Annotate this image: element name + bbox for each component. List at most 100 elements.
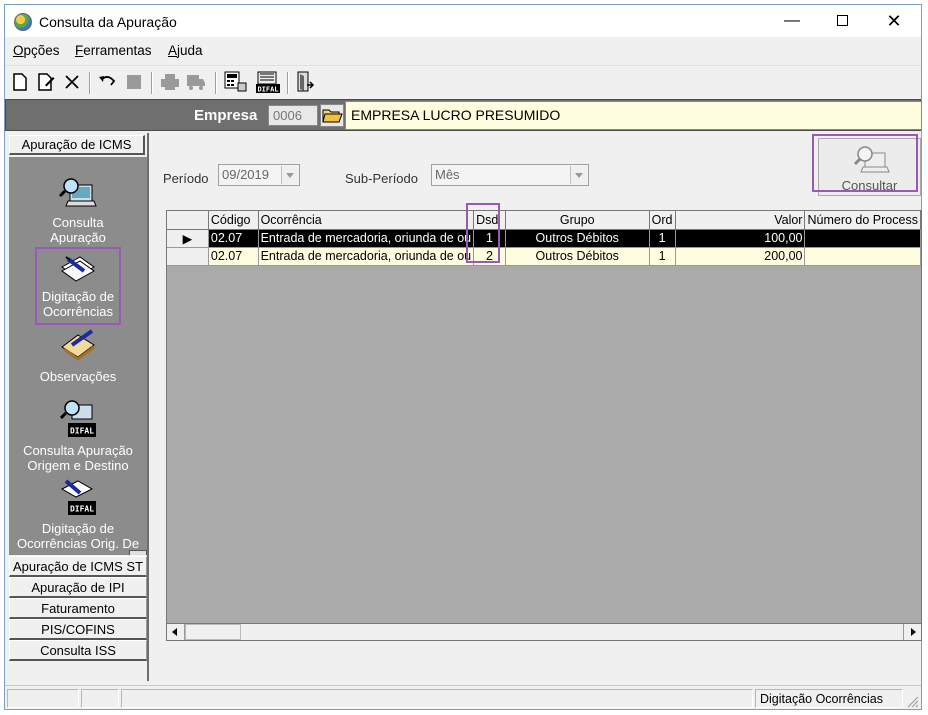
menu-opcoes[interactable]: Opções [13,43,60,58]
sidebar-item-label: Digitação de [41,521,115,536]
table-row[interactable]: 02.07 Entrada de mercadoria, oriunda de … [167,247,921,266]
sidebar-item-label: Observações [39,369,117,384]
scroll-thumb[interactable] [185,624,241,640]
scroll-left-icon[interactable] [167,624,185,640]
folder-open-icon[interactable] [320,104,344,127]
svg-text:DIFAL: DIFAL [257,86,278,94]
svg-text:DIFAL: DIFAL [70,505,94,514]
menu-ferramentas[interactable]: Ferramentas [75,43,152,58]
sidebar-item-consulta-apuracao[interactable]: Consulta Apuração [9,175,147,245]
cell-ocorrencia[interactable]: Entrada de mercadoria, oriunda de ou [258,247,475,266]
scroll-right-icon[interactable] [903,624,921,640]
difal-icon[interactable]: DIFAL [255,71,281,94]
print-icon [159,71,181,93]
toolbar-separator [89,72,91,94]
sidebar-item-consulta-origem-destino[interactable]: DIFAL Consulta Apuração Origem e Destino [9,399,147,473]
sidebar-tab-faturamento[interactable]: Faturamento [9,598,147,619]
subperiodo-select[interactable]: Mês [431,164,589,186]
col-header-ord[interactable]: Ord [649,211,676,230]
empresa-label: Empresa [194,107,258,124]
sidebar-scroll-down-button[interactable] [129,550,147,555]
empresa-code-field[interactable]: 0006 [268,105,318,126]
cell-ord[interactable]: 1 [649,247,676,266]
resize-grip-icon [907,696,919,708]
highlight-box [466,203,500,263]
periodo-value: 09/2019 [222,167,269,182]
col-header-codigo[interactable]: Código [208,211,259,230]
cell-valor[interactable]: 100,00 [675,229,806,248]
cell-codigo[interactable]: 02.07 [208,247,259,266]
periodo-select[interactable]: 09/2019 [218,164,300,186]
svg-text:DIFAL: DIFAL [70,427,94,436]
maximize-icon [836,15,848,27]
highlight-box [35,247,121,325]
chevron-down-icon [281,166,298,184]
cell-ord[interactable]: 1 [649,229,676,248]
sidebar: Apuração de ICMS Consulta Apuração Digit… [5,133,149,681]
empresa-name-field: EMPRESA LUCRO PRESUMIDO [345,101,922,130]
new-doc-icon[interactable] [9,71,31,93]
status-text: Digitação Ocorrências [755,689,903,708]
ocorrencias-grid[interactable]: Código Ocorrência Dsd Grupo Ord Valor Nú… [166,210,922,640]
status-bar: Digitação Ocorrências [5,685,921,709]
stop-icon [123,71,145,93]
menu-bar: Opções Ferramentas Ajuda [5,39,921,61]
cell-grupo[interactable]: Outros Débitos [505,229,650,248]
edit-doc-icon[interactable] [35,71,57,93]
col-header-ocorrencia[interactable]: Ocorrência [258,211,475,230]
sidebar-tab-consulta-iss[interactable]: Consulta ISS [9,640,147,661]
main-panel: Período 09/2019 Sub-Período Mês Consulta… [151,133,922,681]
toolbar-separator [151,72,153,94]
sidebar-tab-icms-st[interactable]: Apuração de ICMS ST [9,556,147,577]
subperiodo-value: Mês [435,167,460,182]
close-button[interactable]: ✕ [871,5,917,37]
sidebar-item-label: Consulta [52,215,104,230]
title-bar: Consulta da Apuração — ✕ [5,5,921,37]
calculator-icon[interactable] [223,71,249,93]
exit-icon[interactable] [295,71,317,93]
undo-icon[interactable] [97,71,119,93]
app-icon [14,13,32,31]
cell-numero-processo[interactable] [804,247,921,266]
row-pointer-icon: ▶ [167,229,209,248]
grid-horizontal-scrollbar[interactable] [166,623,922,641]
difal-computer-icon: DIFAL [59,400,96,437]
status-cell [81,689,119,708]
table-row[interactable]: ▶ 02.07 Entrada de mercadoria, oriunda d… [167,229,921,248]
cell-grupo[interactable]: Outros Débitos [505,247,650,266]
status-cell [121,689,753,708]
toolbar-separator [287,72,289,94]
notepad-pen-icon [61,329,95,361]
minimize-button[interactable]: — [769,5,815,37]
empresa-bar: Empresa 0006 EMPRESA LUCRO PRESUMIDO [5,99,922,131]
delete-icon[interactable] [61,71,83,93]
status-cell [7,689,79,708]
chevron-down-icon [570,166,587,184]
cell-numero-processo[interactable] [804,229,921,248]
cell-ocorrencia[interactable]: Entrada de mercadoria, oriunda de ou [258,229,475,248]
sidebar-item-label: Apuração [50,230,106,245]
periodo-label: Período [163,171,209,186]
menu-ajuda[interactable]: Ajuda [168,43,203,58]
sidebar-section-header[interactable]: Apuração de ICMS [9,135,145,155]
grid-header-row: Código Ocorrência Dsd Grupo Ord Valor Nú… [167,211,921,230]
difal-notebook-icon: DIFAL [60,479,96,515]
sidebar-panel: Consulta Apuração Digitação de Ocorrênci… [9,157,147,555]
maximize-button[interactable] [819,5,865,37]
sidebar-item-label: Origem e Destino [27,458,129,473]
col-header-valor[interactable]: Valor [675,211,806,230]
col-header-grupo[interactable]: Grupo [505,211,650,230]
sidebar-item-observacoes[interactable]: Observações [9,329,147,384]
computer-magnifier-icon [58,178,97,207]
app-window: Consulta da Apuração — ✕ Opções Ferramen… [4,4,922,710]
cell-valor[interactable]: 200,00 [675,247,806,266]
sidebar-tab-pis-cofins[interactable]: PIS/COFINS [9,619,147,640]
toolbar-separator [215,72,217,94]
cell-codigo[interactable]: 02.07 [208,229,259,248]
sidebar-item-digitacao-origem-destino[interactable]: DIFAL Digitação de Ocorrências Orig. De [9,477,147,551]
subperiodo-label: Sub-Período [345,171,418,186]
sidebar-tab-ipi[interactable]: Apuração de IPI [9,577,147,598]
window-title: Consulta da Apuração [39,14,177,30]
col-header-numero-processo[interactable]: Número do Process [804,211,921,230]
truck-icon [185,71,207,93]
